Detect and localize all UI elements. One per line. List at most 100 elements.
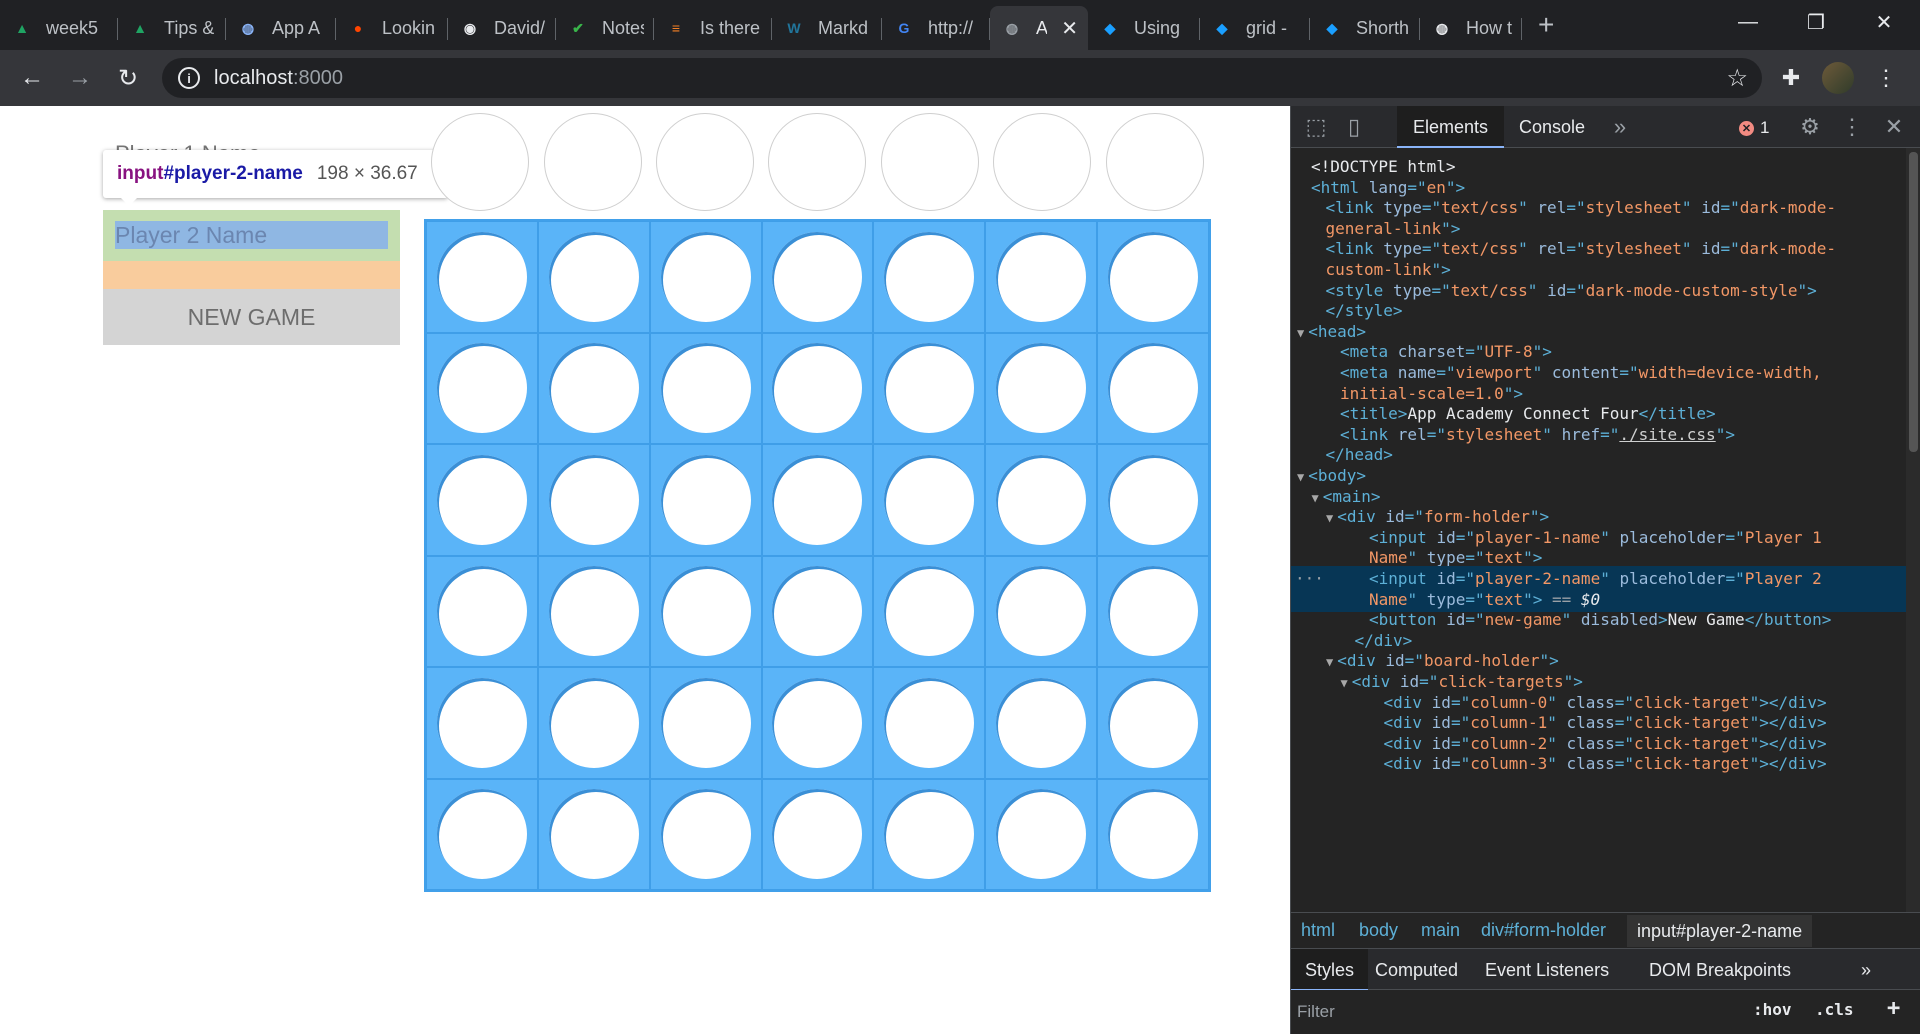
styles-filter-input[interactable] (1297, 998, 1717, 1026)
board-cell (649, 778, 762, 890)
browser-tab[interactable]: ● Lookin (336, 9, 448, 47)
board-cell (426, 332, 538, 444)
empty-slot (548, 231, 639, 322)
column-click-target[interactable] (431, 113, 530, 211)
empty-slot (996, 677, 1087, 768)
browser-tab[interactable]: Ghttp:// (882, 9, 990, 47)
empty-slot (884, 566, 975, 657)
more-subtabs-chevron-icon[interactable]: » (1847, 949, 1885, 991)
browser-tab[interactable]: ◆ Shorth (1310, 9, 1420, 47)
browser-tab[interactable]: ◍ App A (226, 9, 336, 47)
settings-gear-icon[interactable]: ⚙ (1797, 114, 1823, 140)
scrollbar-thumb[interactable] (1909, 152, 1918, 452)
browser-tab[interactable]: ◉ David/ (448, 9, 556, 47)
empty-slot (884, 454, 975, 545)
cls-toggle[interactable]: .cls (1815, 1000, 1854, 1019)
breadcrumb-item[interactable]: html (1301, 920, 1335, 941)
board-cell (873, 667, 986, 779)
url-text[interactable]: localhost:8000 (214, 67, 343, 90)
subtab-dom-breakpoints[interactable]: DOM Breakpoints (1635, 949, 1805, 991)
empty-slot (996, 454, 1087, 545)
device-toolbar-icon[interactable]: ▯ (1341, 114, 1367, 140)
column-click-target[interactable] (993, 113, 1092, 211)
node-actions-ellipsis[interactable]: ··· (1295, 566, 1324, 591)
empty-slot (436, 789, 527, 880)
breadcrumb-item[interactable]: div#form-holder (1481, 920, 1606, 941)
board-cell (985, 332, 1098, 444)
browser-tab[interactable]: ◍ Ap ✕ (990, 6, 1088, 50)
browser-tab[interactable]: ◍ How t (1420, 9, 1522, 47)
dom-node-line[interactable]: <button id="new-game" disabled>New Game<… (1369, 607, 1831, 632)
error-icon: ✕ (1739, 120, 1754, 136)
browser-tab[interactable]: W Markd (772, 9, 882, 47)
empty-slot (436, 231, 527, 322)
subtab-styles[interactable]: Styles (1291, 949, 1369, 991)
site-info-icon[interactable]: i (178, 67, 200, 89)
error-count-badge[interactable]: ✕ 1 (1739, 118, 1769, 138)
empty-slot (660, 677, 751, 768)
browser-tab[interactable]: ▲ week5 (0, 9, 118, 47)
new-style-rule-icon[interactable]: + (1887, 996, 1900, 1021)
empty-slot (660, 231, 751, 322)
close-window-button[interactable]: ✕ (1848, 0, 1920, 44)
google-icon: G (898, 20, 910, 36)
new-tab-icon[interactable]: + (1538, 9, 1554, 41)
browser-tab[interactable]: ◆ Using (1088, 9, 1200, 47)
breadcrumb-item[interactable]: main (1421, 920, 1460, 941)
tab-title: David/ (494, 17, 546, 38)
dom-scrollbar[interactable] (1906, 148, 1920, 912)
more-tabs-chevron-icon[interactable]: » (1607, 114, 1633, 140)
board-cell (1097, 555, 1209, 667)
empty-slot (996, 231, 1087, 322)
tab-separator (1521, 18, 1522, 40)
column-click-target[interactable] (656, 113, 755, 211)
empty-slot (772, 343, 863, 434)
board-cell (426, 444, 538, 556)
tooltip-arrow (121, 198, 137, 206)
column-click-target[interactable] (543, 113, 642, 211)
player-2-placeholder: Player 2 Name (115, 222, 268, 248)
minimize-button[interactable]: — (1712, 0, 1784, 44)
reload-icon[interactable]: ↻ (110, 60, 146, 96)
dom-node-line[interactable]: <link rel="stylesheet" href="./site.css"… (1340, 422, 1735, 447)
browser-tab[interactable]: ✔ Notes (556, 9, 654, 47)
browser-tab[interactable]: ≡ Is there (654, 9, 772, 47)
empty-slot (660, 343, 751, 434)
chrome-menu-icon[interactable]: ⋮ (1870, 62, 1902, 94)
subtab-computed[interactable]: Computed (1361, 949, 1472, 991)
empty-slot (996, 566, 1087, 657)
empty-slot (884, 677, 975, 768)
board-cell (1097, 667, 1209, 779)
player-2-name-input[interactable]: Player 2 Name (103, 210, 400, 289)
forward-arrow-icon[interactable]: → (62, 60, 98, 96)
inspect-element-icon[interactable]: ⬚ (1303, 114, 1329, 140)
devtools-menu-icon[interactable]: ⋮ (1839, 114, 1865, 140)
empty-slot (548, 454, 639, 545)
globe-icon: ◍ (241, 19, 255, 36)
breadcrumb-current[interactable]: input#player-2-name (1627, 915, 1813, 947)
restore-button[interactable]: ❐ (1780, 0, 1852, 44)
notes-icon: ✔ (572, 19, 584, 36)
close-tab-icon[interactable]: ✕ (1061, 16, 1078, 41)
empty-slot (1108, 677, 1199, 768)
breadcrumb-item[interactable]: body (1359, 920, 1398, 941)
close-devtools-icon[interactable]: ✕ (1881, 114, 1907, 140)
back-arrow-icon[interactable]: ← (14, 60, 50, 96)
column-click-target[interactable] (880, 113, 979, 211)
browser-tab[interactable]: ▲ Tips & (118, 9, 226, 47)
browser-tab[interactable]: ◆ grid - (1200, 9, 1310, 47)
new-game-button[interactable]: NEW GAME (103, 289, 400, 345)
address-bar[interactable]: i localhost:8000 ☆ (162, 58, 1762, 98)
profile-avatar[interactable] (1822, 62, 1854, 94)
dom-node-line[interactable]: <div id="column-3" class="click-target">… (1384, 751, 1827, 776)
tab-console[interactable]: Console (1503, 106, 1601, 148)
column-click-target[interactable] (768, 113, 867, 211)
tooltip-id: #player-2-name (163, 163, 303, 184)
tab-elements[interactable]: Elements (1397, 106, 1505, 148)
subtab-event-listeners[interactable]: Event Listeners (1471, 949, 1623, 991)
column-click-target[interactable] (1105, 113, 1204, 211)
bookmark-star-icon[interactable]: ☆ (1726, 64, 1748, 93)
tab-title: http:// (928, 17, 974, 38)
hov-toggle[interactable]: :hov (1753, 1000, 1792, 1019)
extensions-puzzle-icon[interactable]: ✚ (1775, 62, 1807, 94)
